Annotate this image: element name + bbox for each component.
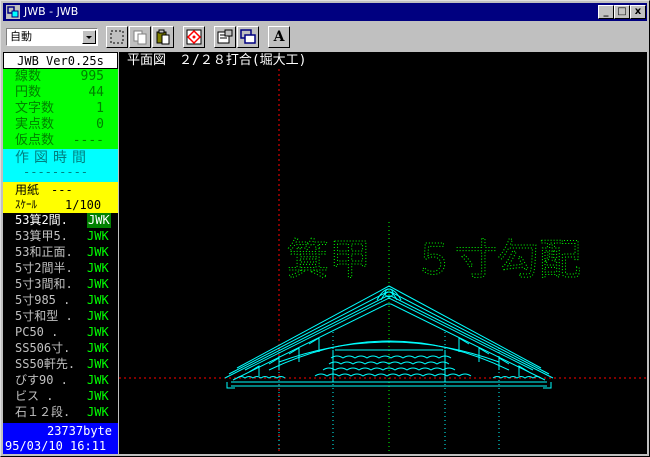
drawing-time-value: --------- xyxy=(23,165,89,179)
layer-icon xyxy=(240,29,256,44)
file-ext: JWK xyxy=(87,373,109,387)
stat-value: ---- xyxy=(72,133,104,148)
file-item[interactable]: びす90 . JWK xyxy=(3,373,118,388)
select-rect-icon xyxy=(110,30,124,44)
stat-value: 0 xyxy=(96,117,104,132)
file-ext: JWK xyxy=(87,229,109,243)
file-ext: JWK xyxy=(87,245,109,259)
file-name: SS50軒先. xyxy=(15,357,76,371)
chevron-down-icon[interactable] xyxy=(82,30,96,44)
roof-drawing: 箕甲 ５寸勾配 xyxy=(119,69,647,454)
stat-label: 線数 xyxy=(15,69,42,84)
info-panel: JWB Ver0.25s 線数 995 円数 44 文字数 1 実点数 0 仮点… xyxy=(3,52,118,454)
window-title: JWB - JWB xyxy=(24,5,79,18)
stat-temp-point-count: 仮点数 ---- xyxy=(3,133,118,149)
close-button[interactable]: x xyxy=(630,5,646,19)
stat-label: 仮点数 xyxy=(15,133,55,148)
red-diamond-icon xyxy=(186,29,202,45)
file-size: 23737byte xyxy=(46,424,112,438)
paper-value: --- xyxy=(51,183,73,197)
version-label: JWB Ver0.25s xyxy=(3,52,118,69)
stat-line-count: 線数 995 xyxy=(3,69,118,85)
font-button[interactable]: A xyxy=(268,26,290,48)
file-item[interactable]: ビス . JWK xyxy=(3,389,118,404)
file-item[interactable]: 5寸3間和. JWK xyxy=(3,277,118,292)
file-item[interactable]: 53和正面. JWK xyxy=(3,245,118,260)
scale-value: 1/100 xyxy=(65,198,102,212)
file-ext: JWK xyxy=(87,341,109,355)
app-window: JWB - JWB _ □ x 自動 A JWB Ver0.25s 線数 995… xyxy=(0,0,650,457)
font-icon: A xyxy=(273,29,285,45)
mode-select[interactable]: 自動 xyxy=(6,28,98,46)
stat-value: 1 xyxy=(96,101,104,116)
file-name: 5寸985 . xyxy=(15,293,71,307)
file-name: 5寸3間和. xyxy=(15,277,73,291)
file-list: 53箕2間. JWK 53箕甲5. JWK 53和正面. JWK 5寸2間半. JWK … xyxy=(3,213,118,423)
file-item[interactable]: 5寸2間半. JWK xyxy=(3,261,118,276)
copy-icon xyxy=(133,30,147,45)
stat-value: 995 xyxy=(80,69,104,84)
file-item[interactable]: 5寸985 . JWK xyxy=(3,293,118,308)
paper-label: 用紙 xyxy=(15,183,40,197)
paste-icon xyxy=(156,29,170,45)
file-name: 5寸和型 . xyxy=(15,309,73,323)
drawing-label: 箕甲 ５寸勾配 xyxy=(287,235,581,284)
app-icon xyxy=(6,5,20,19)
stat-text-count: 文字数 1 xyxy=(3,101,118,117)
file-item[interactable]: SS50軒先. JWK xyxy=(3,357,118,372)
file-name: 53箕2間. xyxy=(15,213,68,227)
file-ext: JWK xyxy=(87,309,109,323)
file-name: びす90 . xyxy=(15,373,68,387)
file-name: SS506寸. xyxy=(15,341,71,355)
mode-select-value: 自動 xyxy=(10,30,32,43)
stat-real-point-count: 実点数 0 xyxy=(3,117,118,133)
stat-label: 文字数 xyxy=(15,101,55,116)
paper-info: 用紙 --- ｽｹｰﾙ 1/100 xyxy=(3,182,118,213)
stat-circle-count: 円数 44 xyxy=(3,85,118,101)
file-ext: JWK xyxy=(87,325,109,339)
file-ext: JWK xyxy=(87,261,109,275)
file-timestamp: 95/03/10 16:11 xyxy=(5,439,107,453)
stat-label: 円数 xyxy=(15,85,42,100)
drawing-title: 平面図 ２/２８打合(堀大工) xyxy=(127,53,307,68)
file-item[interactable]: 53箕甲5. JWK xyxy=(3,229,118,244)
file-name: 5寸2間半. xyxy=(15,261,73,275)
move-button[interactable] xyxy=(183,26,205,48)
file-name: 石１２段. xyxy=(15,405,71,419)
title-bar[interactable]: JWB - JWB _ □ x xyxy=(3,3,647,21)
file-ext: JWK xyxy=(87,213,111,228)
minimize-button[interactable]: _ xyxy=(598,5,614,19)
file-item[interactable]: 石１２段. JWK xyxy=(3,405,118,420)
file-item[interactable]: 53箕2間. JWK xyxy=(3,213,118,228)
file-ext: JWK xyxy=(87,277,109,291)
file-item[interactable]: PC50 . JWK xyxy=(3,325,118,340)
toolbar: 自動 A xyxy=(3,23,647,51)
roof-outline xyxy=(224,285,554,389)
scale-label: ｽｹｰﾙ xyxy=(15,198,37,211)
file-ext: JWK xyxy=(87,405,109,419)
stat-value: 44 xyxy=(88,85,104,100)
select-rect-button[interactable] xyxy=(106,26,128,48)
copy-button[interactable] xyxy=(129,26,151,48)
layer-button[interactable] xyxy=(237,26,259,48)
maximize-button[interactable]: □ xyxy=(614,5,630,19)
properties-icon xyxy=(217,29,233,44)
file-name: 53箕甲5. xyxy=(15,229,68,243)
file-ext: JWK xyxy=(87,389,109,403)
file-name: 53和正面. xyxy=(15,245,73,259)
file-ext: JWK xyxy=(87,357,109,371)
drawing-stats: 線数 995 円数 44 文字数 1 実点数 0 仮点数 ---- xyxy=(3,69,118,149)
file-item[interactable]: SS506寸. JWK xyxy=(3,341,118,356)
file-ext: JWK xyxy=(87,293,109,307)
drawing-time: 作図時間 --------- xyxy=(3,149,118,182)
file-name: PC50 . xyxy=(15,325,59,339)
stat-label: 実点数 xyxy=(15,117,55,132)
paste-button[interactable] xyxy=(152,26,174,48)
file-info-footer: 23737byte 95/03/10 16:11 xyxy=(3,423,118,454)
file-name: ビス . xyxy=(15,389,54,403)
drawing-canvas[interactable]: 箕甲 ５寸勾配 平面図 ２/２８打合(堀大工) xyxy=(119,52,647,454)
properties-button[interactable] xyxy=(214,26,236,48)
file-item[interactable]: 5寸和型 . JWK xyxy=(3,309,118,324)
